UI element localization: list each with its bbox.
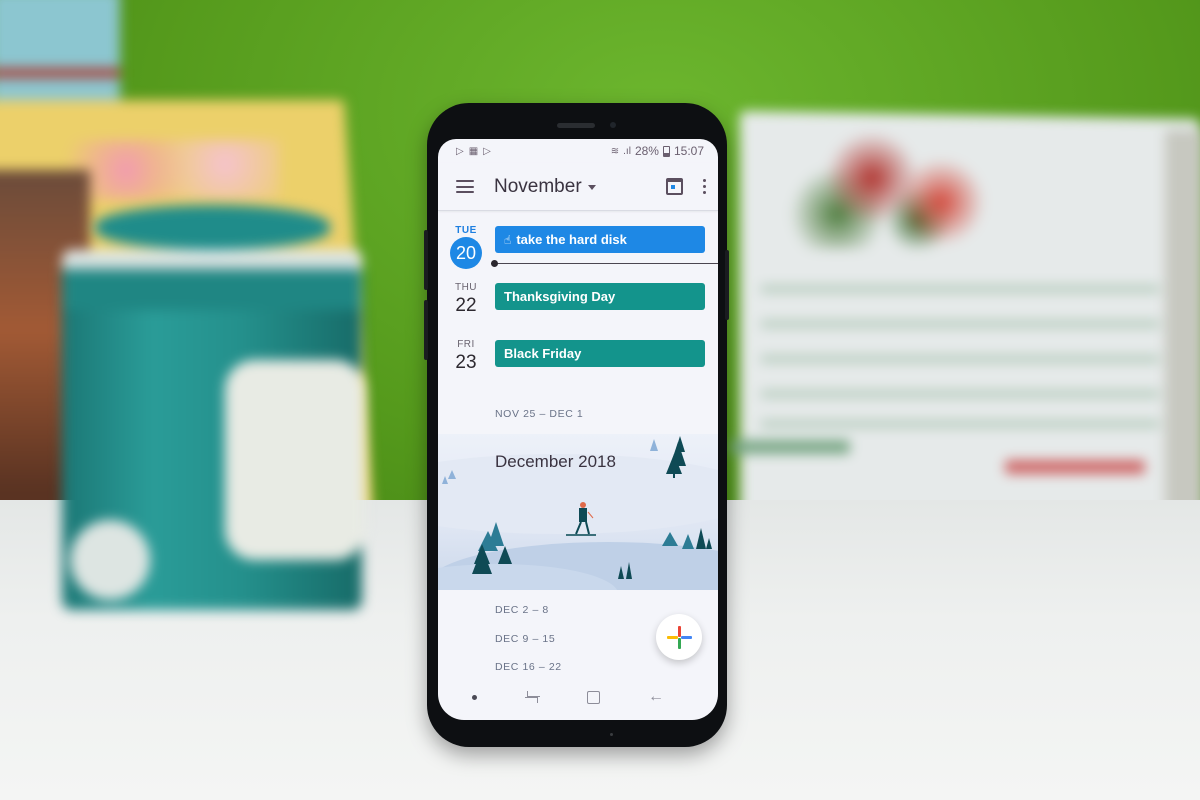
week-header[interactable]: DEC 9 – 15 bbox=[495, 633, 555, 645]
photos-icon: ▦ bbox=[468, 145, 479, 157]
cell-signal-icon: .ıl bbox=[623, 145, 631, 157]
volume-up-button bbox=[424, 230, 428, 290]
agenda-day: THU 22 Thanksgiving Day bbox=[438, 269, 718, 326]
month-banner-title: December 2018 bbox=[495, 452, 616, 471]
hand-icon: ☝ bbox=[504, 232, 512, 247]
play-icon: ▷ bbox=[483, 145, 491, 157]
day-of-month: 22 bbox=[455, 295, 477, 316]
tea-tin-label bbox=[225, 360, 365, 560]
day-of-month: 20 bbox=[450, 237, 482, 269]
event-title: take the hard disk bbox=[516, 232, 627, 247]
more-vert-icon[interactable] bbox=[703, 179, 706, 194]
agenda-list: TUE 20 ☝ take the hard disk THU 22 Thank… bbox=[438, 212, 718, 383]
yellow-book-art bbox=[60, 140, 280, 200]
week-header[interactable]: DEC 2 – 8 bbox=[495, 604, 549, 616]
notification-icons: ▷ ▦ ▷ bbox=[456, 146, 491, 157]
event-title: Thanksgiving Day bbox=[504, 289, 616, 304]
volume-down-button bbox=[424, 300, 428, 360]
week-header[interactable]: NOV 25 – DEC 1 bbox=[495, 408, 583, 420]
tea-tin-cloud bbox=[70, 520, 150, 600]
desk-calendar-row bbox=[760, 285, 1160, 293]
blue-box-stripe bbox=[0, 68, 120, 78]
phone-earpiece bbox=[557, 123, 595, 128]
back-icon[interactable]: ← bbox=[648, 688, 664, 706]
month-selector[interactable]: November bbox=[494, 176, 596, 198]
recent-apps-icon[interactable] bbox=[525, 691, 540, 703]
battery-icon bbox=[662, 145, 670, 157]
phone-sensor bbox=[610, 122, 616, 128]
agenda-day: TUE 20 ☝ take the hard disk bbox=[438, 212, 718, 269]
home-icon[interactable] bbox=[587, 690, 600, 704]
day-of-week: TUE bbox=[455, 225, 477, 236]
event-chip[interactable]: ☝ take the hard disk bbox=[495, 226, 705, 253]
event-chip[interactable]: Black Friday bbox=[495, 340, 705, 367]
day-of-week: FRI bbox=[457, 339, 475, 350]
phone-screen: ▷ ▦ ▷ ≋ .ıl 28% 15:07 November TUE 20 ☝ … bbox=[438, 139, 718, 720]
event-title: Black Friday bbox=[504, 346, 582, 361]
current-time-line bbox=[491, 263, 718, 264]
desk-calendar-red-bar bbox=[1005, 460, 1145, 474]
month-title: November bbox=[494, 175, 582, 197]
play-store-icon: ▷ bbox=[456, 145, 464, 157]
day-of-month: 23 bbox=[455, 352, 477, 373]
system-nav-bar: ← bbox=[438, 674, 718, 720]
calendar-today-icon[interactable] bbox=[666, 178, 683, 195]
battery-percent: 28% bbox=[634, 144, 659, 158]
current-time-dot bbox=[491, 260, 498, 267]
phone-mic bbox=[610, 733, 613, 736]
month-banner: December 2018 bbox=[438, 434, 718, 590]
desk-calendar-stand bbox=[1165, 130, 1200, 560]
desk-calendar-row bbox=[760, 390, 1160, 398]
desk-calendar-row bbox=[760, 320, 1160, 328]
desk-calendar-green-bar bbox=[730, 440, 850, 454]
tea-tin-lid bbox=[95, 205, 330, 250]
wifi-icon: ≋ bbox=[610, 145, 620, 157]
system-icons: ≋ .ıl 28% 15:07 bbox=[611, 144, 704, 158]
desk-calendar-art bbox=[780, 130, 1010, 250]
caret-down-icon bbox=[587, 185, 596, 190]
week-header[interactable]: DEC 16 – 22 bbox=[495, 661, 562, 673]
event-chip[interactable]: Thanksgiving Day bbox=[495, 283, 705, 310]
clock: 15:07 bbox=[673, 144, 704, 158]
desk-calendar-row bbox=[760, 420, 1160, 428]
indicator-dot bbox=[472, 694, 477, 700]
day-label[interactable]: TUE 20 bbox=[448, 225, 484, 269]
power-button bbox=[725, 250, 729, 320]
day-label[interactable]: FRI 23 bbox=[448, 339, 484, 374]
tea-tin-band bbox=[62, 250, 362, 310]
hamburger-icon[interactable] bbox=[456, 180, 474, 193]
status-bar: ▷ ▦ ▷ ≋ .ıl 28% 15:07 bbox=[438, 139, 718, 163]
desk-calendar-row bbox=[760, 355, 1160, 363]
create-event-button[interactable] bbox=[656, 614, 702, 660]
app-bar: November bbox=[438, 163, 718, 211]
agenda-day: FRI 23 Black Friday bbox=[438, 326, 718, 383]
day-label[interactable]: THU 22 bbox=[448, 282, 484, 317]
day-of-week: THU bbox=[454, 282, 478, 293]
